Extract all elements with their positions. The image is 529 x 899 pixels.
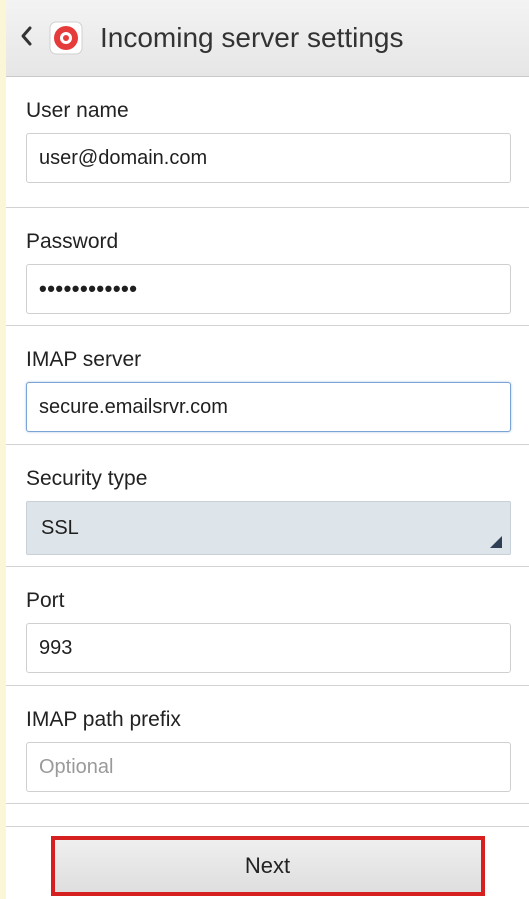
imap-path-prefix-section: IMAP path prefix Optional [6,686,529,804]
port-label: Port [26,589,65,612]
security-type-label: Security type [26,467,148,490]
footer-actions: Next [6,836,529,896]
email-app-icon [48,20,84,56]
next-button[interactable]: Next [50,836,485,896]
password-input[interactable]: •••••••••••• [26,264,511,314]
divider [6,804,529,827]
imap-path-prefix-input[interactable]: Optional [26,742,511,792]
security-type-value: SSL [41,516,79,539]
imap-server-label: IMAP server [26,348,142,371]
imap-server-section: IMAP server secure.emailsrvr.com [6,326,529,445]
imap-server-input[interactable]: secure.emailsrvr.com [26,382,511,432]
port-section: Port 993 [6,567,529,686]
port-input[interactable]: 993 [26,623,511,673]
app-container: Incoming server settings User name user@… [6,0,529,899]
password-label: Password [26,230,119,253]
page-title: Incoming server settings [100,22,404,53]
dropdown-corner-icon [490,536,502,548]
username-input[interactable]: user@domain.com [26,133,511,183]
security-type-section: Security type SSL [6,445,529,567]
security-type-select[interactable]: SSL [26,501,511,555]
chevron-left-icon [19,25,35,52]
password-section: Password •••••••••••• [6,208,529,326]
back-button[interactable] [12,13,42,63]
username-section: User name user@domain.com [6,77,529,208]
imap-path-prefix-label: IMAP path prefix [26,708,181,731]
app-header: Incoming server settings [6,0,529,77]
username-label: User name [26,99,129,122]
